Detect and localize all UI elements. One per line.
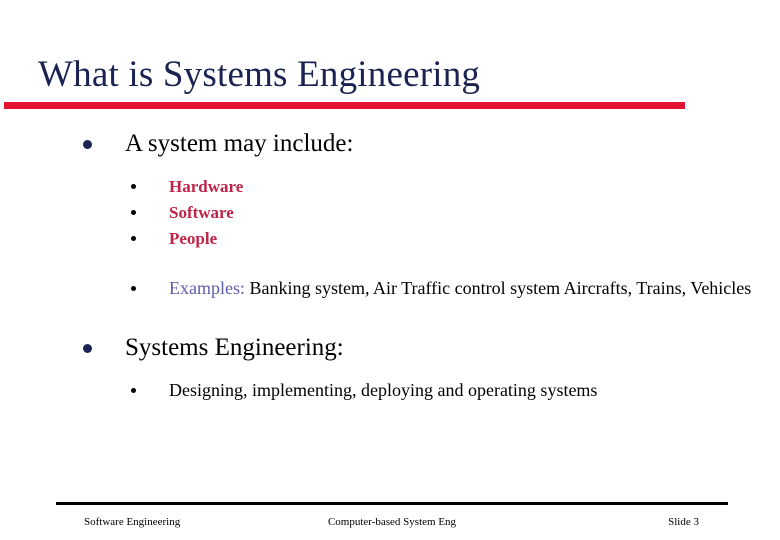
footer-slide-number: Slide 3 [668, 516, 699, 528]
bullet-level2-label: Hardware [169, 177, 244, 196]
examples-label: Examples: [169, 278, 245, 298]
slide-body: A system may include: Hardware Software … [0, 128, 780, 404]
bullet-level2-label: Designing, implementing, deploying and o… [169, 380, 598, 400]
bullet-dot-icon [131, 210, 136, 215]
bullet-dot-icon [83, 344, 92, 353]
slide-footer: Software Engineering Computer-based Syst… [56, 512, 728, 532]
page-title: What is Systems Engineering [38, 54, 481, 95]
bullet-level2-label: People [169, 229, 218, 248]
bullet-level1-label: Systems Engineering: [125, 334, 344, 361]
bullet-level2-hardware: Hardware [0, 174, 780, 200]
bullet-level2-label: Software [169, 203, 234, 222]
examples-text-block: Examples: Banking system, Air Traffic co… [169, 278, 751, 298]
bullet-dot-icon [131, 286, 136, 291]
bullet-level1-systems-engineering: Systems Engineering: [0, 332, 780, 364]
bullet-level2-designing: Designing, implementing, deploying and o… [0, 378, 780, 404]
bullet-level2-examples: Examples: Banking system, Air Traffic co… [0, 276, 780, 302]
slide-canvas: What is Systems Engineering A system may… [0, 0, 780, 540]
footer-topic-name: Computer-based System Eng [327, 516, 457, 528]
bullet-level1-system-may-include: A system may include: [0, 128, 780, 160]
bullet-dot-icon [131, 236, 136, 241]
bullet-dot-icon [131, 388, 136, 393]
bullet-dot-icon [83, 140, 92, 149]
footer-divider [56, 502, 728, 505]
title-underline-rule [4, 102, 685, 109]
examples-body: Banking system, Air Traffic control syst… [244, 278, 752, 298]
bullet-level1-label: A system may include: [125, 130, 354, 157]
bullet-level2-software: Software [0, 200, 780, 226]
bullet-level2-people: People [0, 226, 780, 252]
bullet-dot-icon [131, 184, 136, 189]
